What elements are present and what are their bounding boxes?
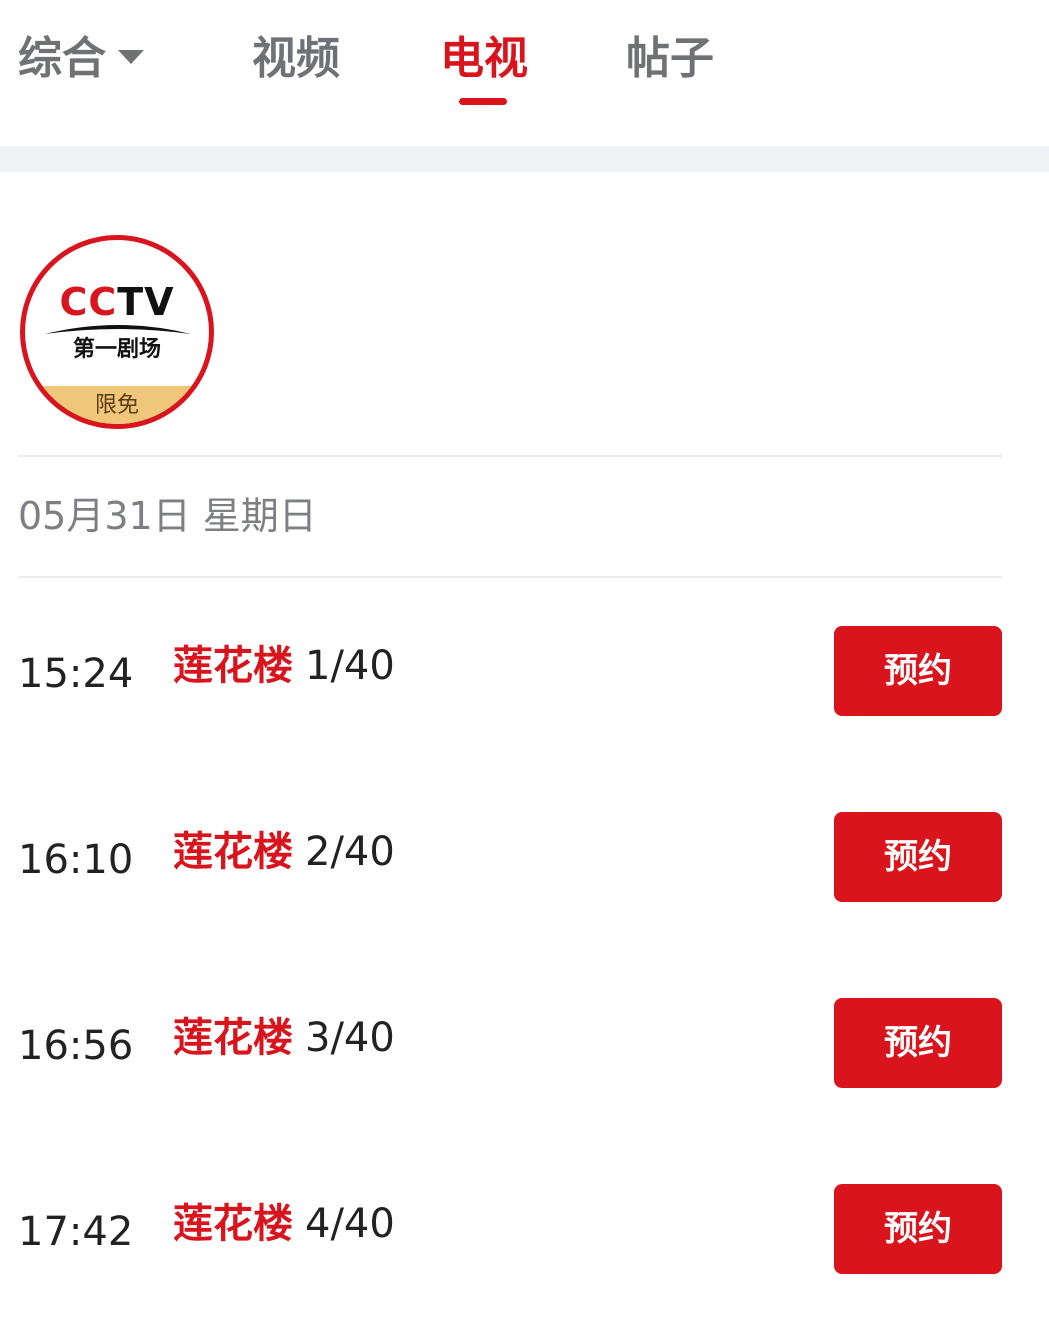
tab-label: 综合	[18, 33, 106, 84]
program-time: 17:42	[18, 1209, 134, 1255]
logo-subtitle: 第一剧场	[72, 337, 161, 362]
program-time: 16:10	[18, 837, 134, 883]
program-name: 莲花楼	[173, 643, 293, 689]
program-episode: 3/40	[305, 1015, 395, 1061]
schedule-date: 05月31日 星期日	[18, 494, 317, 538]
reserve-button[interactable]: 预约	[834, 1184, 1002, 1274]
caret-down-icon	[118, 50, 144, 64]
logo-swoosh-icon	[45, 325, 191, 334]
program-episode: 4/40	[305, 1201, 395, 1247]
tab-comprehensive[interactable]: 综合	[18, 30, 144, 88]
program-name: 莲花楼	[173, 1201, 293, 1247]
tv-search-results-page: 综合 视频 电视 帖子 CCTV 第一剧场 限免 05月31日 星期日 15:2…	[0, 0, 1049, 1334]
logo-letters-tv: TV	[117, 280, 175, 324]
tab-tv[interactable]: 电视	[440, 30, 528, 88]
cctv-logo-mark: CCTV	[25, 282, 209, 322]
tab-label: 帖子	[626, 33, 714, 84]
schedule-row: 16:56 莲花楼 3/40 预约	[0, 998, 1049, 1088]
logo-letter-c2: C	[88, 280, 118, 324]
divider	[18, 576, 1002, 578]
tab-video[interactable]: 视频	[252, 30, 340, 88]
program-time: 15:24	[18, 651, 134, 697]
logo-letter-c1: C	[59, 280, 89, 324]
schedule-row: 15:24 莲花楼 1/40 预约	[0, 626, 1049, 716]
program-name: 莲花楼	[173, 829, 293, 875]
schedule-row: 17:42 莲花楼 4/40 预约	[0, 1184, 1049, 1274]
tab-label: 视频	[252, 33, 340, 84]
schedule-row: 16:10 莲花楼 2/40 预约	[0, 812, 1049, 902]
reserve-button[interactable]: 预约	[834, 998, 1002, 1088]
tab-posts[interactable]: 帖子	[626, 30, 714, 88]
reserve-button[interactable]: 预约	[834, 626, 1002, 716]
tab-label: 电视	[440, 33, 528, 84]
program-title[interactable]: 莲花楼 1/40	[173, 642, 395, 690]
free-badge: 限免	[25, 386, 209, 424]
section-separator	[0, 146, 1049, 172]
active-tab-indicator	[459, 98, 507, 105]
reserve-button[interactable]: 预约	[834, 812, 1002, 902]
program-title[interactable]: 莲花楼 4/40	[173, 1200, 395, 1248]
program-name: 莲花楼	[173, 1015, 293, 1061]
program-episode: 2/40	[305, 829, 395, 875]
divider	[18, 455, 1002, 457]
tab-bar: 综合 视频 电视 帖子	[0, 0, 1049, 146]
program-title[interactable]: 莲花楼 3/40	[173, 1014, 395, 1062]
program-title[interactable]: 莲花楼 2/40	[173, 828, 395, 876]
program-episode: 1/40	[305, 643, 395, 689]
channel-logo[interactable]: CCTV 第一剧场 限免	[20, 235, 214, 429]
program-time: 16:56	[18, 1023, 134, 1069]
